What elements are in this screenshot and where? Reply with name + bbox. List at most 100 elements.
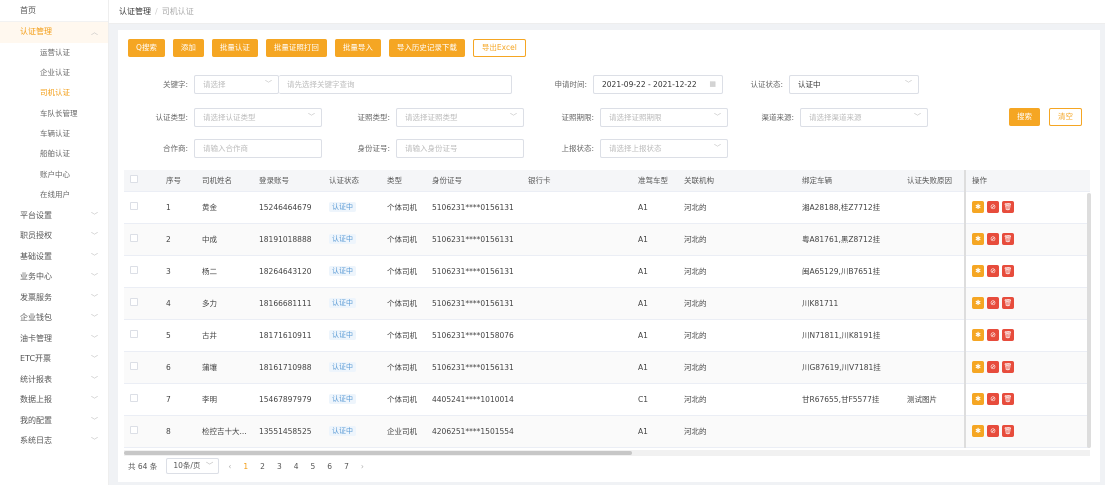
- date-range-picker[interactable]: 2021-09-22 - 2021-12-22 ▦: [593, 74, 723, 94]
- sidebar-subitem[interactable]: 船舶认证: [0, 144, 108, 164]
- cert-select[interactable]: 请选择证照类型 ﹀: [396, 107, 524, 127]
- table-row[interactable]: 8 检控吉十大... 13551458525 认证中 企业司机 4206251****15…: [124, 415, 1090, 448]
- partner-input[interactable]: 请输入合作商: [194, 138, 322, 158]
- next-page-button[interactable]: ›: [361, 462, 364, 471]
- reject-icon[interactable]: ⊘: [987, 361, 999, 373]
- delete-icon[interactable]: 🗑: [1002, 201, 1014, 213]
- table-row[interactable]: 1 黄金 15246464679 认证中 个体司机 5106231****0156131 A…: [124, 191, 1090, 224]
- reject-icon[interactable]: ⊘: [987, 233, 999, 245]
- sidebar-item[interactable]: 油卡管理 ﹀: [0, 329, 108, 350]
- sidebar-subitem[interactable]: 车队长管理: [0, 104, 108, 124]
- certify-icon[interactable]: ✱: [972, 393, 984, 405]
- breadcrumb-parent[interactable]: 认证管理: [119, 7, 151, 16]
- sidebar-item-home[interactable]: 首页: [0, 0, 108, 22]
- delete-icon[interactable]: 🗑: [1002, 297, 1014, 309]
- sidebar-item[interactable]: 职员授权 ﹀: [0, 226, 108, 247]
- sidebar-item[interactable]: 业务中心 ﹀: [0, 267, 108, 288]
- delete-icon[interactable]: 🗑: [1002, 361, 1014, 373]
- reject-icon[interactable]: ⊘: [987, 329, 999, 341]
- reject-icon[interactable]: ⊘: [987, 425, 999, 437]
- delete-icon[interactable]: 🗑: [1002, 425, 1014, 437]
- delete-icon[interactable]: 🗑: [1002, 393, 1014, 405]
- sidebar-subitem[interactable]: 在线用户: [0, 185, 108, 205]
- table-row[interactable]: 3 杨二 18264643120 认证中 个体司机 5106231****0156131 A…: [124, 255, 1090, 288]
- period-select[interactable]: 请选择证照期限 ﹀: [600, 107, 728, 127]
- table-row[interactable]: 9西地15784878797认证中个体司机5106231****0158261 A…: [124, 447, 1090, 448]
- scrollbar-thumb[interactable]: [124, 451, 632, 455]
- batch-reject-button[interactable]: 批量证照打回: [265, 39, 327, 57]
- select-all-checkbox[interactable]: [130, 175, 138, 184]
- row-checkbox[interactable]: [130, 330, 138, 338]
- sidebar-subitem[interactable]: 企业认证: [0, 63, 108, 83]
- sidebar-subitem[interactable]: 运营认证: [0, 43, 108, 63]
- sidebar-group-auth[interactable]: 认证管理 ︿: [0, 22, 108, 43]
- delete-icon[interactable]: 🗑: [1002, 329, 1014, 341]
- status-select[interactable]: 认证中 ﹀: [789, 74, 919, 94]
- certify-icon[interactable]: ✱: [972, 297, 984, 309]
- row-checkbox[interactable]: [130, 394, 138, 402]
- page-number[interactable]: 5: [308, 462, 319, 471]
- page-number[interactable]: 6: [324, 462, 335, 471]
- keyword-select[interactable]: 请选择 ﹀: [194, 74, 279, 94]
- page-number[interactable]: 4: [291, 462, 302, 471]
- table-row[interactable]: 7 李明 15467897979 认证中 个体司机 4405241****1010014 C…: [124, 383, 1090, 416]
- certify-icon[interactable]: ✱: [972, 265, 984, 277]
- sidebar-item[interactable]: 企业钱包 ﹀: [0, 308, 108, 329]
- page-number[interactable]: 1: [240, 462, 251, 471]
- id-input[interactable]: 请输入身份证号: [396, 138, 524, 158]
- sidebar-subitem[interactable]: 司机认证: [0, 83, 108, 103]
- horizontal-scrollbar[interactable]: [124, 450, 1090, 456]
- reject-icon[interactable]: ⊘: [987, 201, 999, 213]
- reject-icon[interactable]: ⊘: [987, 393, 999, 405]
- reject-icon[interactable]: ⊘: [987, 265, 999, 277]
- table-row[interactable]: 4 多力 18166681111 认证中 个体司机 5106231****0156131 A…: [124, 287, 1090, 320]
- table-row[interactable]: 2 中成 18191018888 认证中 个体司机 5106231****0156131 A…: [124, 223, 1090, 256]
- sidebar-item[interactable]: 基础设置 ﹀: [0, 247, 108, 268]
- sidebar-item[interactable]: 我的配置 ﹀: [0, 411, 108, 432]
- column-header[interactable]: [124, 170, 160, 192]
- certify-icon[interactable]: ✱: [972, 361, 984, 373]
- row-checkbox[interactable]: [130, 426, 138, 434]
- certify-icon[interactable]: ✱: [972, 233, 984, 245]
- certify-icon[interactable]: ✱: [972, 201, 984, 213]
- cell-status: 认证中: [323, 223, 381, 256]
- page-number[interactable]: 7: [341, 462, 352, 471]
- delete-icon[interactable]: 🗑: [1002, 265, 1014, 277]
- type-select[interactable]: 请选择认证类型 ﹀: [194, 107, 322, 127]
- batch-import-button[interactable]: 批量导入: [334, 39, 381, 57]
- channel-select[interactable]: 请选择渠道来源 ﹀: [800, 107, 928, 127]
- page-number[interactable]: 2: [257, 462, 268, 471]
- certify-icon[interactable]: ✱: [972, 329, 984, 341]
- reject-icon[interactable]: ⊘: [987, 297, 999, 309]
- sidebar-subitem[interactable]: 账户中心: [0, 165, 108, 185]
- add-button[interactable]: 添加: [172, 39, 204, 57]
- export-excel-button[interactable]: 导出Excel: [472, 39, 526, 57]
- sidebar-item[interactable]: 发票服务 ﹀: [0, 288, 108, 309]
- page-size-select[interactable]: 10条/页 ﹀: [166, 458, 220, 474]
- sidebar-item[interactable]: ETC开票 ﹀: [0, 349, 108, 370]
- batch-certify-button[interactable]: 批量认证: [211, 39, 258, 57]
- row-checkbox[interactable]: [130, 202, 138, 210]
- row-checkbox[interactable]: [130, 266, 138, 274]
- sidebar-item[interactable]: 系统日志 ﹀: [0, 431, 108, 452]
- table-row[interactable]: 6 蒲壤 18161710988 认证中 个体司机 5106231****0156131 A…: [124, 351, 1090, 384]
- row-checkbox[interactable]: [130, 362, 138, 370]
- sidebar-subitem[interactable]: 车辆认证: [0, 124, 108, 144]
- import-history-button[interactable]: 导入历史记录下载: [388, 39, 465, 57]
- sidebar-item[interactable]: 平台设置 ﹀: [0, 206, 108, 227]
- table-row[interactable]: 5 古井 18171610911 认证中 个体司机 5106231****0158076 A…: [124, 319, 1090, 352]
- sidebar-item[interactable]: 统计报表 ﹀: [0, 370, 108, 391]
- filter-clear-button[interactable]: 清空: [1049, 108, 1082, 126]
- report-select[interactable]: 请选择上报状态 ﹀: [600, 138, 728, 158]
- prev-page-button[interactable]: ‹: [228, 462, 231, 471]
- vertical-scrollbar[interactable]: [1087, 193, 1091, 448]
- row-checkbox[interactable]: [130, 234, 138, 242]
- keyword-input[interactable]: 请先选择关键字查询: [279, 74, 512, 94]
- sidebar-item[interactable]: 数据上报 ﹀: [0, 390, 108, 411]
- delete-icon[interactable]: 🗑: [1002, 233, 1014, 245]
- certify-icon[interactable]: ✱: [972, 425, 984, 437]
- page-number[interactable]: 3: [274, 462, 285, 471]
- row-checkbox[interactable]: [130, 298, 138, 306]
- search-button[interactable]: Q搜索: [128, 39, 165, 57]
- filter-search-button[interactable]: 搜索: [1009, 108, 1040, 126]
